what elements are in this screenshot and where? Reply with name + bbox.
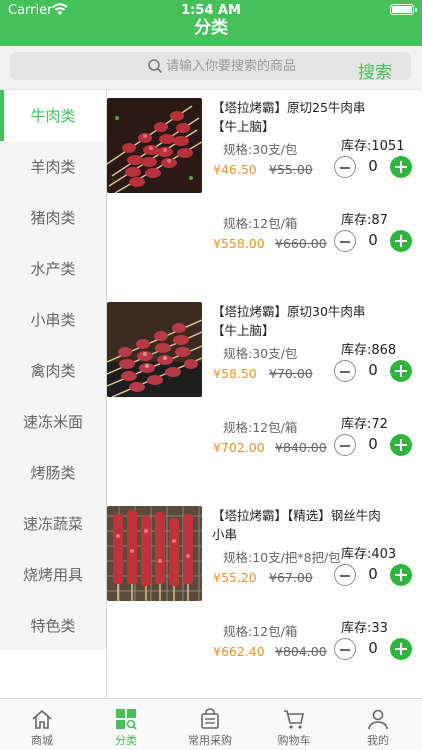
tab-label: 分类 — [115, 734, 137, 747]
sidebar-item-label: 烧烤用具 — [22, 566, 83, 584]
tab-bar: 商城 分类 常用采购 购物车 我的 — [0, 698, 422, 750]
sku-row: 规格:30支/包 库存:1051 ¥46.50 ¥55.00 0 — [107, 132, 422, 202]
sku-row: 规格:12包/箱 库存:72 ¥702.00 ¥840.00 0 — [107, 410, 422, 480]
decrease-button[interactable] — [334, 564, 356, 586]
tab-category[interactable]: 分类 — [84, 699, 168, 750]
sidebar-item-label: 水产类 — [30, 260, 76, 278]
category-icon — [116, 709, 137, 730]
decrease-button[interactable] — [334, 638, 356, 660]
search-bar: 搜索 — [0, 46, 422, 90]
sidebar-item-small-skewers[interactable]: 小串类 — [0, 294, 106, 345]
search-box[interactable] — [10, 52, 411, 80]
sku-row: 规格:10支/把*8把/包 库存:403 ¥55.20 ¥67.00 0 — [107, 540, 422, 610]
sidebar-item-label: 羊肉类 — [30, 158, 76, 176]
sku-original-price: ¥55.00 — [269, 162, 313, 177]
increase-button[interactable] — [390, 638, 412, 660]
search-icon — [148, 59, 163, 74]
sku-row: 规格:30支/包 库存:868 ¥58.50 ¥70.00 0 — [107, 336, 422, 406]
sidebar-item-seafood[interactable]: 水产类 — [0, 243, 106, 294]
sidebar-item-label: 速冻蔬菜 — [22, 515, 83, 533]
purchase-bag-icon — [201, 708, 219, 729]
sidebar-item-label: 牛肉类 — [30, 107, 76, 125]
sku-original-price: ¥804.00 — [275, 644, 327, 659]
sku-spec: 规格:12包/箱 — [223, 420, 298, 435]
quantity-value: 0 — [368, 361, 378, 379]
sku-price: ¥662.40 — [213, 644, 265, 659]
decrease-button[interactable] — [334, 360, 356, 382]
product-name[interactable]: 【塔拉烤霸】原切30牛肉串【牛上脑】 — [212, 302, 382, 340]
decrease-button[interactable] — [334, 434, 356, 456]
sku-stock: 库存:868 — [341, 343, 397, 358]
increase-button[interactable] — [390, 434, 412, 456]
decrease-button[interactable] — [334, 230, 356, 252]
sku-price: ¥55.20 — [213, 570, 257, 585]
profile-icon — [368, 709, 388, 730]
sku-original-price: ¥660.00 — [275, 236, 327, 251]
tab-cart[interactable]: 购物车 — [252, 699, 336, 750]
quantity-value: 0 — [368, 231, 378, 249]
sku-row: 规格:12包/箱 库存:33 ¥662.40 ¥804.00 0 — [107, 614, 422, 684]
quantity-value: 0 — [368, 435, 378, 453]
sku-price: ¥702.00 — [213, 440, 265, 455]
sku-original-price: ¥70.00 — [269, 366, 313, 381]
quantity-value: 0 — [368, 157, 378, 175]
sidebar-item-label: 速冻米面 — [22, 413, 83, 431]
sku-spec: 规格:12包/箱 — [223, 216, 298, 231]
search-button[interactable]: 搜索 — [358, 58, 392, 83]
sku-stock: 库存:87 — [341, 213, 388, 228]
nav-header: Carrier 1:54 AM 分类 — [0, 0, 422, 46]
sku-price: ¥46.50 — [213, 162, 257, 177]
sku-spec: 规格:30支/包 — [223, 142, 298, 157]
sidebar-item-label: 烤肠类 — [30, 464, 76, 482]
tab-home[interactable]: 商城 — [0, 699, 84, 750]
sidebar-item-frozen-veg[interactable]: 速冻蔬菜 — [0, 498, 106, 549]
sku-spec: 规格:30支/包 — [223, 346, 298, 361]
page-title: 分类 — [194, 18, 228, 38]
sidebar-item-label: 小串类 — [30, 311, 76, 329]
sku-spec: 规格:10支/把*8把/包 — [223, 550, 341, 565]
sidebar-item-label: 猪肉类 — [30, 209, 76, 227]
tab-label: 商城 — [31, 734, 53, 747]
sku-row: 规格:12包/箱 库存:87 ¥558.00 ¥660.00 0 — [107, 206, 422, 276]
tab-label: 常用采购 — [188, 734, 232, 747]
sidebar-item-sausages[interactable]: 烤肠类 — [0, 447, 106, 498]
sidebar-item-label: 特色类 — [30, 617, 76, 635]
increase-button[interactable] — [390, 156, 412, 178]
sidebar-item-poultry[interactable]: 禽肉类 — [0, 345, 106, 396]
sidebar-item-label: 禽肉类 — [30, 362, 76, 380]
sidebar-item-frozen-noodles[interactable]: 速冻米面 — [0, 396, 106, 447]
sku-original-price: ¥67.00 — [269, 570, 313, 585]
quantity-value: 0 — [368, 565, 378, 583]
home-icon — [32, 709, 52, 729]
sidebar-item-specialty[interactable]: 特色类 — [0, 600, 106, 651]
increase-button[interactable] — [390, 230, 412, 252]
search-input[interactable] — [166, 56, 356, 76]
category-sidebar: 牛肉类 羊肉类 猪肉类 水产类 小串类 禽肉类 速冻米面 烤肠类 速冻蔬菜 烧烤… — [0, 90, 106, 650]
increase-button[interactable] — [390, 564, 412, 586]
sku-price: ¥58.50 — [213, 366, 257, 381]
decrease-button[interactable] — [334, 156, 356, 178]
cart-icon — [284, 710, 304, 729]
sku-stock: 库存:72 — [341, 417, 388, 432]
product-name[interactable]: 【塔拉烤霸】【精选】钢丝牛肉小串 — [212, 506, 382, 544]
sku-stock: 库存:1051 — [341, 139, 405, 154]
tab-label: 购物车 — [277, 734, 311, 747]
sidebar-item-bbq-tools[interactable]: 烧烤用具 — [0, 549, 106, 600]
sku-stock: 库存:33 — [341, 621, 388, 636]
sku-spec: 规格:12包/箱 — [223, 624, 298, 639]
tab-profile[interactable]: 我的 — [336, 699, 420, 750]
sidebar-item-pork[interactable]: 猪肉类 — [0, 192, 106, 243]
product-name[interactable]: 【塔拉烤霸】原切25牛肉串【牛上脑】 — [212, 98, 382, 136]
tab-label: 我的 — [367, 734, 389, 747]
quantity-value: 0 — [368, 639, 378, 657]
sku-stock: 库存:403 — [341, 547, 397, 562]
sidebar-item-beef[interactable]: 牛肉类 — [0, 90, 106, 141]
sidebar-item-lamb[interactable]: 羊肉类 — [0, 141, 106, 192]
sku-original-price: ¥840.00 — [275, 440, 327, 455]
sku-price: ¥558.00 — [213, 236, 265, 251]
tab-frequent-purchase[interactable]: 常用采购 — [168, 699, 252, 750]
product-list: 【塔拉烤霸】原切25牛肉串【牛上脑】 规格:30支/包 库存:1051 ¥46.… — [107, 90, 422, 698]
increase-button[interactable] — [390, 360, 412, 382]
